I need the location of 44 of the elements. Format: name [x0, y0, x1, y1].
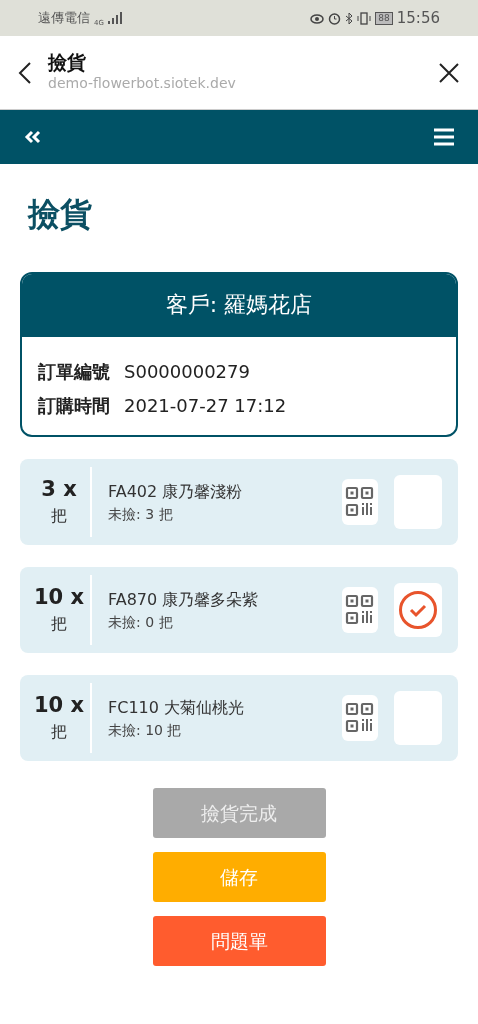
vibrate-icon [357, 11, 372, 25]
page-url: demo-flowerbot.siotek.dev [48, 74, 237, 94]
pick-checkbox[interactable] [394, 691, 442, 745]
field-value: 2021-07-27 17:12 [124, 394, 287, 418]
unit: 把 [50, 720, 68, 743]
quantity: 3 x [40, 476, 78, 504]
scan-button[interactable] [342, 695, 378, 741]
carrier-name: 遠傳電信 [38, 9, 90, 28]
action-button[interactable]: 儲存 [152, 852, 326, 902]
scan-button[interactable] [342, 479, 378, 525]
remaining-count: 未撿: 10 把 [108, 720, 183, 740]
qr-code-icon[interactable] [345, 702, 375, 734]
alarm-icon [328, 11, 342, 25]
customer-name: 客戶: 羅媽花店 [22, 274, 456, 337]
page-title: 撿貨 [48, 50, 87, 74]
field-label: 訂單編號 [38, 360, 110, 384]
menu-icon[interactable] [434, 128, 454, 146]
unit: 把 [50, 504, 68, 527]
product-name: FA870 康乃馨多朵紫 [108, 588, 260, 611]
heading: 撿貨 [28, 198, 93, 230]
field-value: S0000000279 [124, 360, 250, 384]
product-name: FA402 康乃馨淺粉 [108, 480, 244, 503]
bluetooth-icon [345, 11, 354, 25]
clock-time: 15:56 [396, 7, 440, 29]
remaining-count: 未撿: 3 把 [108, 504, 174, 524]
battery-indicator: 88 [375, 11, 393, 25]
unit: 把 [50, 612, 68, 635]
pick-checkbox[interactable] [394, 475, 442, 529]
field-label: 訂購時間 [38, 394, 110, 418]
signal-icon [107, 12, 122, 24]
remaining-count: 未撿: 0 把 [108, 612, 174, 632]
pick-checkbox[interactable] [394, 583, 442, 637]
scan-button[interactable] [342, 587, 378, 633]
qr-code-icon[interactable] [345, 486, 375, 518]
action-button[interactable]: 問題單 [152, 916, 326, 966]
eye-icon [310, 12, 325, 24]
close-icon[interactable] [438, 61, 460, 84]
back-icon[interactable] [18, 60, 32, 85]
collapse-icon[interactable] [24, 130, 42, 144]
quantity: 10 x [32, 692, 86, 720]
product-name: FC110 大菊仙桃光 [108, 696, 245, 719]
quantity: 10 x [32, 584, 86, 612]
qr-code-icon[interactable] [345, 594, 375, 626]
check-icon [398, 590, 438, 630]
